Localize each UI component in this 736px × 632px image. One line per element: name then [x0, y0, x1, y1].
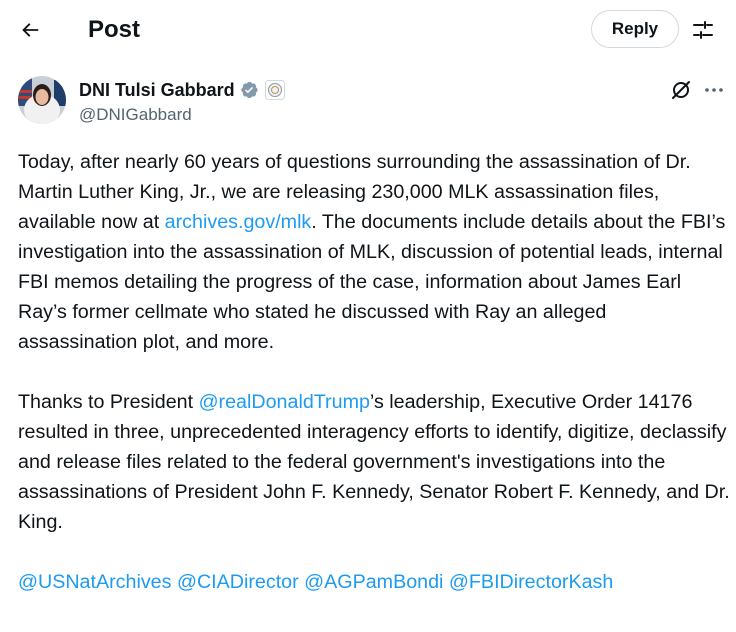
back-button[interactable]: [12, 12, 48, 48]
verified-badge-icon[interactable]: [239, 80, 259, 100]
grok-icon[interactable]: [669, 78, 693, 102]
avatar[interactable]: [18, 76, 66, 124]
mention-link[interactable]: @CIADirector: [177, 571, 299, 593]
sliders-icon: [693, 21, 713, 39]
mention-link[interactable]: @realDonaldTrump: [199, 391, 370, 413]
author-block: DNI Tulsi Gabbard @DNIGabbard: [18, 76, 723, 128]
arrow-left-icon: [22, 23, 39, 37]
page-title: Post: [88, 16, 141, 43]
tweet-mentions: @USNatArchives @CIADirector @AGPamBondi …: [18, 567, 730, 597]
avatar-image: [18, 76, 66, 124]
tweet-text: Today, after nearly 60 years of question…: [18, 147, 730, 597]
tweet-paragraph-1: Today, after nearly 60 years of question…: [18, 147, 730, 357]
mention-link[interactable]: @AGPamBondi: [304, 571, 443, 593]
tweet-paragraph-2: Thanks to President @realDonaldTrump’s l…: [18, 387, 730, 537]
tweet-text-segment: Thanks to President: [18, 391, 199, 413]
settings-sliders-icon[interactable]: [690, 17, 716, 43]
user-handle[interactable]: @DNIGabbard: [79, 103, 192, 127]
mention-link[interactable]: @FBIDirectorKash: [449, 571, 613, 593]
mention-link[interactable]: @USNatArchives: [18, 571, 171, 593]
top-bar: Post Reply: [0, 0, 736, 60]
name-row: DNI Tulsi Gabbard: [79, 78, 285, 102]
display-name[interactable]: DNI Tulsi Gabbard: [79, 78, 235, 102]
archives-link[interactable]: archives.gov/mlk: [165, 211, 312, 233]
more-options-icon[interactable]: [702, 78, 726, 102]
government-seal-icon[interactable]: [264, 80, 285, 100]
reply-button[interactable]: Reply: [591, 10, 679, 48]
